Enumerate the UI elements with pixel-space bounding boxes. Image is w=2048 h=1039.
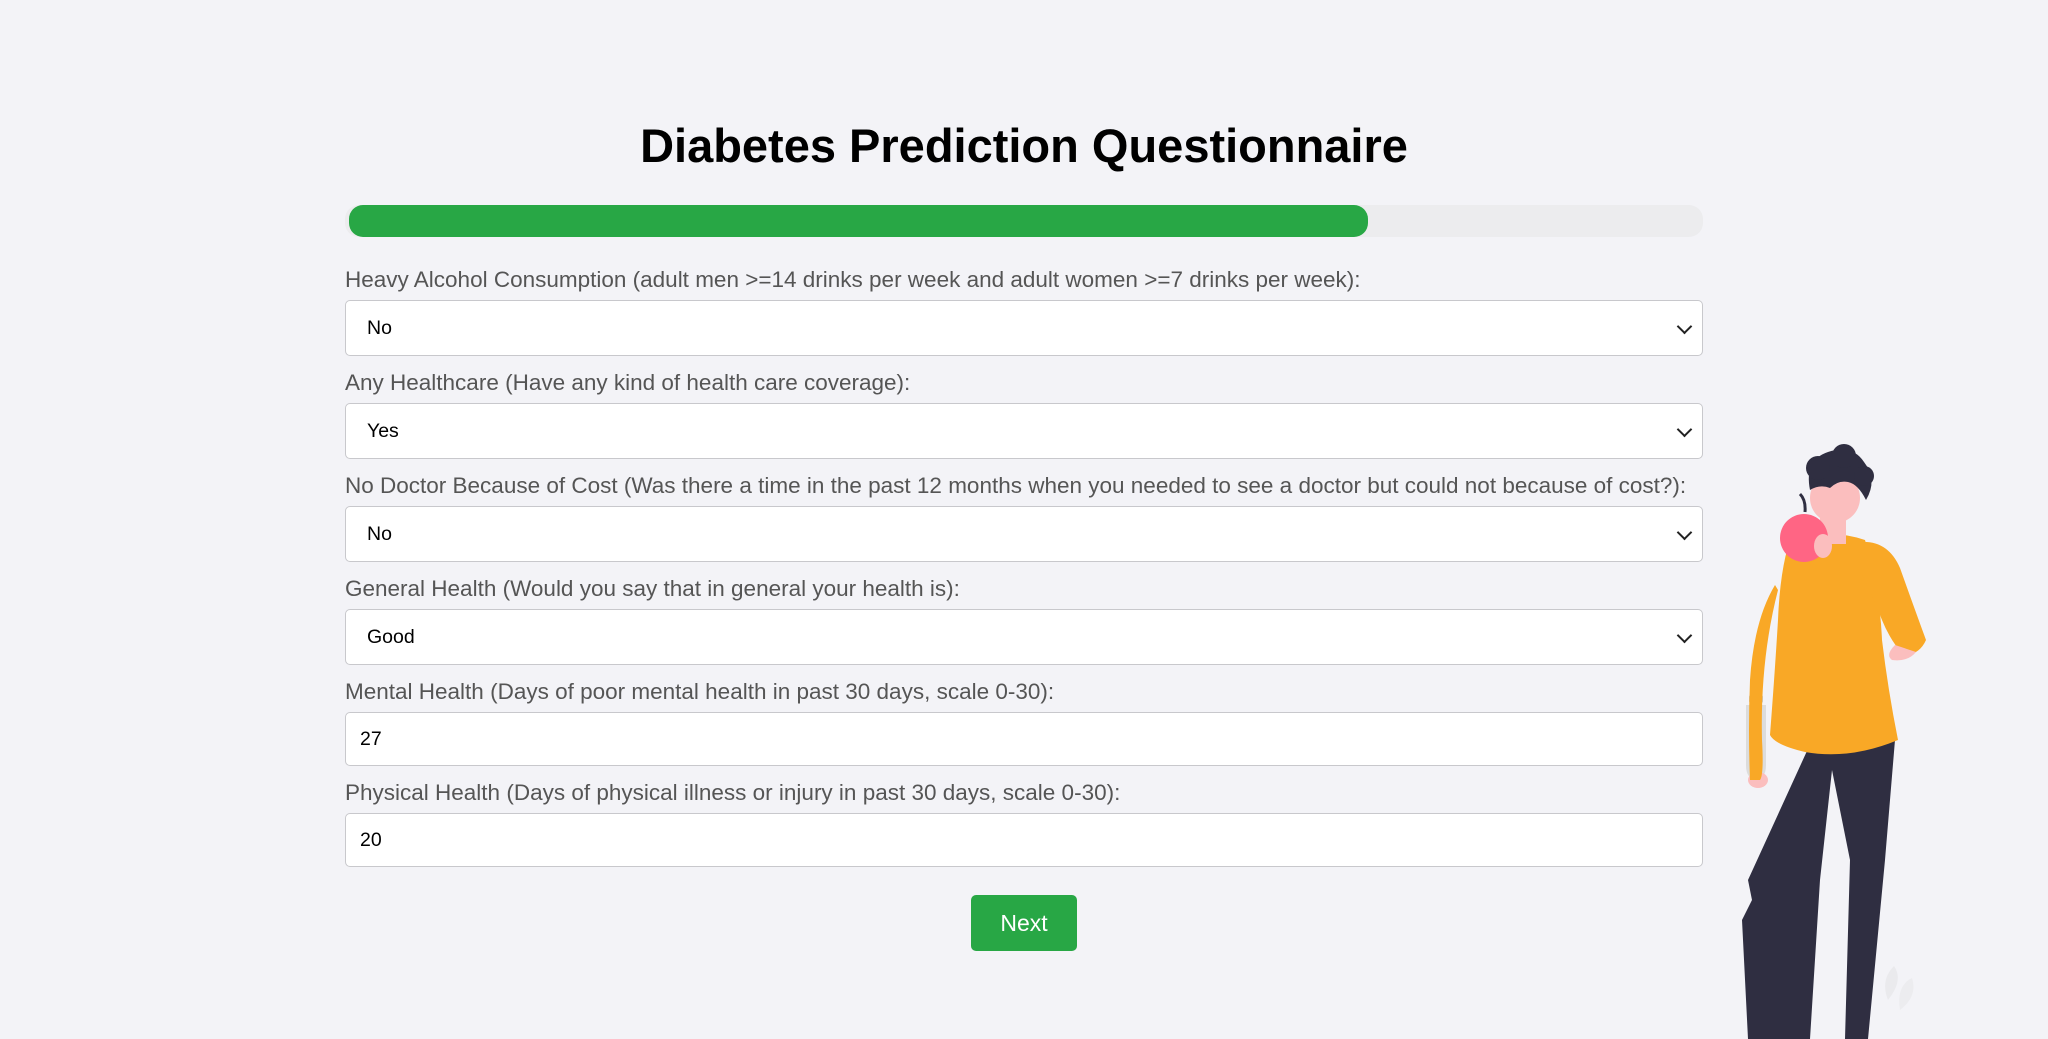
heavy-alcohol-selected-value: No <box>367 317 392 339</box>
page-title: Diabetes Prediction Questionnaire <box>640 119 1408 172</box>
mental-health-label: Mental Health (Days of poor mental healt… <box>345 679 1055 704</box>
general-health-label: General Health (Would you say that in ge… <box>345 576 960 601</box>
progress-bar <box>345 205 1703 237</box>
plant-icon <box>1885 966 1914 1010</box>
mental-health-input[interactable]: 27 <box>345 712 1703 766</box>
person-eating-apple-illustration <box>1742 444 1926 1039</box>
general-health-selected-value: Good <box>367 626 415 648</box>
next-button[interactable]: Next <box>971 895 1077 951</box>
progress-bar-fill <box>349 205 1368 237</box>
no-doctor-cost-label: No Doctor Because of Cost (Was there a t… <box>345 473 1687 498</box>
physical-health-input[interactable]: 20 <box>345 813 1703 867</box>
any-healthcare-select[interactable]: Yes <box>345 403 1703 459</box>
chevron-down-icon <box>1676 627 1693 644</box>
physical-health-value: 20 <box>360 829 382 851</box>
questionnaire-page: Diabetes Prediction Questionnaire Heavy … <box>0 0 2048 1039</box>
any-healthcare-label: Any Healthcare (Have any kind of health … <box>345 370 911 395</box>
chevron-down-icon <box>1676 421 1693 438</box>
chevron-down-icon <box>1676 524 1693 541</box>
mental-health-value: 27 <box>360 728 382 750</box>
any-healthcare-selected-value: Yes <box>367 420 399 442</box>
heavy-alcohol-label: Heavy Alcohol Consumption (adult men >=1… <box>345 267 1361 292</box>
heavy-alcohol-select[interactable]: No <box>345 300 1703 356</box>
chevron-down-icon <box>1676 318 1693 335</box>
no-doctor-cost-select[interactable]: No <box>345 506 1703 562</box>
physical-health-label: Physical Health (Days of physical illnes… <box>345 780 1121 805</box>
no-doctor-cost-selected-value: No <box>367 523 392 545</box>
general-health-select[interactable]: Good <box>345 609 1703 665</box>
